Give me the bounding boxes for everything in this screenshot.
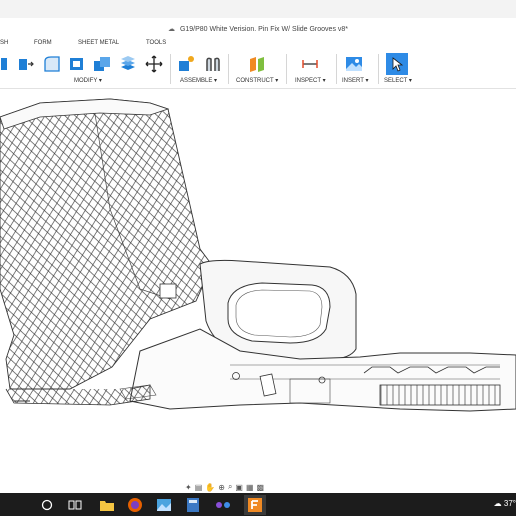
weather-temp: 37° — [503, 499, 516, 508]
move-icon[interactable] — [144, 54, 164, 74]
document-title-bar: ☁ G19/P80 White Verision. Pin Fix W/ Sli… — [0, 22, 516, 38]
tab-sheet-metal[interactable]: SHEET METAL — [78, 40, 119, 46]
trigger-guard-opening — [227, 282, 331, 344]
fusion-360-icon[interactable] — [244, 495, 266, 515]
photos-icon[interactable] — [155, 496, 173, 514]
weather-cloud-icon: ☁ — [493, 499, 502, 508]
ribbon-divider — [286, 54, 287, 84]
weather-widget[interactable]: ☁ 37° — [494, 499, 516, 508]
ribbon-tabs: SH FORM SHEET METAL TOOLS — [0, 38, 516, 50]
window-top-strip — [0, 0, 516, 18]
start-search-icon[interactable] — [38, 496, 56, 514]
combine-icon[interactable] — [92, 54, 112, 74]
insert-group-label[interactable]: INSERT ▾ — [342, 77, 368, 84]
construct-group-label[interactable]: CONSTRUCT ▾ — [236, 77, 278, 84]
orbit-icon[interactable]: ✦ — [185, 483, 192, 492]
display-settings-icon[interactable]: ▣ — [235, 483, 243, 492]
3d-viewport[interactable] — [0, 89, 516, 479]
ribbon-divider — [336, 54, 337, 84]
modify-group-label[interactable]: MODIFY ▾ — [74, 77, 102, 84]
joint-icon[interactable] — [203, 54, 223, 74]
select-cursor-icon[interactable] — [386, 53, 408, 75]
tab-tools[interactable]: TOOLS — [146, 40, 166, 46]
insert-image-icon[interactable] — [344, 54, 364, 74]
pan-icon[interactable]: ✋ — [205, 483, 215, 492]
select-group-label[interactable]: SELECT ▾ — [384, 77, 412, 84]
ribbon-divider — [170, 54, 171, 84]
cloud-icon: ☁ — [167, 26, 175, 33]
viewports-icon[interactable]: ▩ — [257, 483, 265, 492]
mag-release — [159, 283, 177, 299]
ribbon-divider — [228, 54, 229, 84]
frame-model-drawing — [0, 98, 516, 412]
ribbon-toolbar: MODIFY ▾ ASSEMBLE ▾ CONSTRUCT ▾ INSPECT … — [0, 50, 516, 89]
offset-plane-icon[interactable] — [247, 54, 267, 74]
shell-icon[interactable] — [67, 54, 87, 74]
calculator-icon[interactable] — [184, 496, 202, 514]
fillet-icon[interactable] — [42, 54, 62, 74]
viewport-navigation-bar: ✦ ▤ ✋ ⊕ ⌕ ▣ ▦ ▩ — [185, 481, 330, 493]
file-explorer-icon[interactable] — [98, 496, 116, 514]
look-at-icon[interactable]: ▤ — [195, 483, 203, 492]
ribbon-divider — [378, 54, 379, 84]
grid-settings-icon[interactable]: ▦ — [246, 483, 254, 492]
measure-icon[interactable] — [300, 54, 320, 74]
fit-icon[interactable]: ⌕ — [228, 482, 232, 492]
assemble-group-label[interactable]: ASSEMBLE ▾ — [180, 77, 217, 84]
media-app-icon[interactable] — [214, 496, 232, 514]
tab-mesh[interactable]: SH — [0, 40, 8, 46]
inspect-group-label[interactable]: INSPECT ▾ — [295, 77, 326, 84]
scale-icon[interactable] — [118, 54, 138, 74]
firefox-icon[interactable] — [126, 496, 144, 514]
zoom-icon[interactable]: ⊕ — [218, 483, 225, 492]
taskbar: ☁ 37° — [0, 493, 516, 516]
task-view-icon[interactable] — [66, 496, 84, 514]
push-pull-tool-icon[interactable] — [16, 54, 36, 74]
new-component-icon[interactable] — [176, 54, 196, 74]
tab-form[interactable]: FORM — [34, 40, 52, 46]
document-title: G19/P80 White Verision. Pin Fix W/ Slide… — [179, 26, 349, 33]
accessory-rail — [379, 384, 501, 406]
